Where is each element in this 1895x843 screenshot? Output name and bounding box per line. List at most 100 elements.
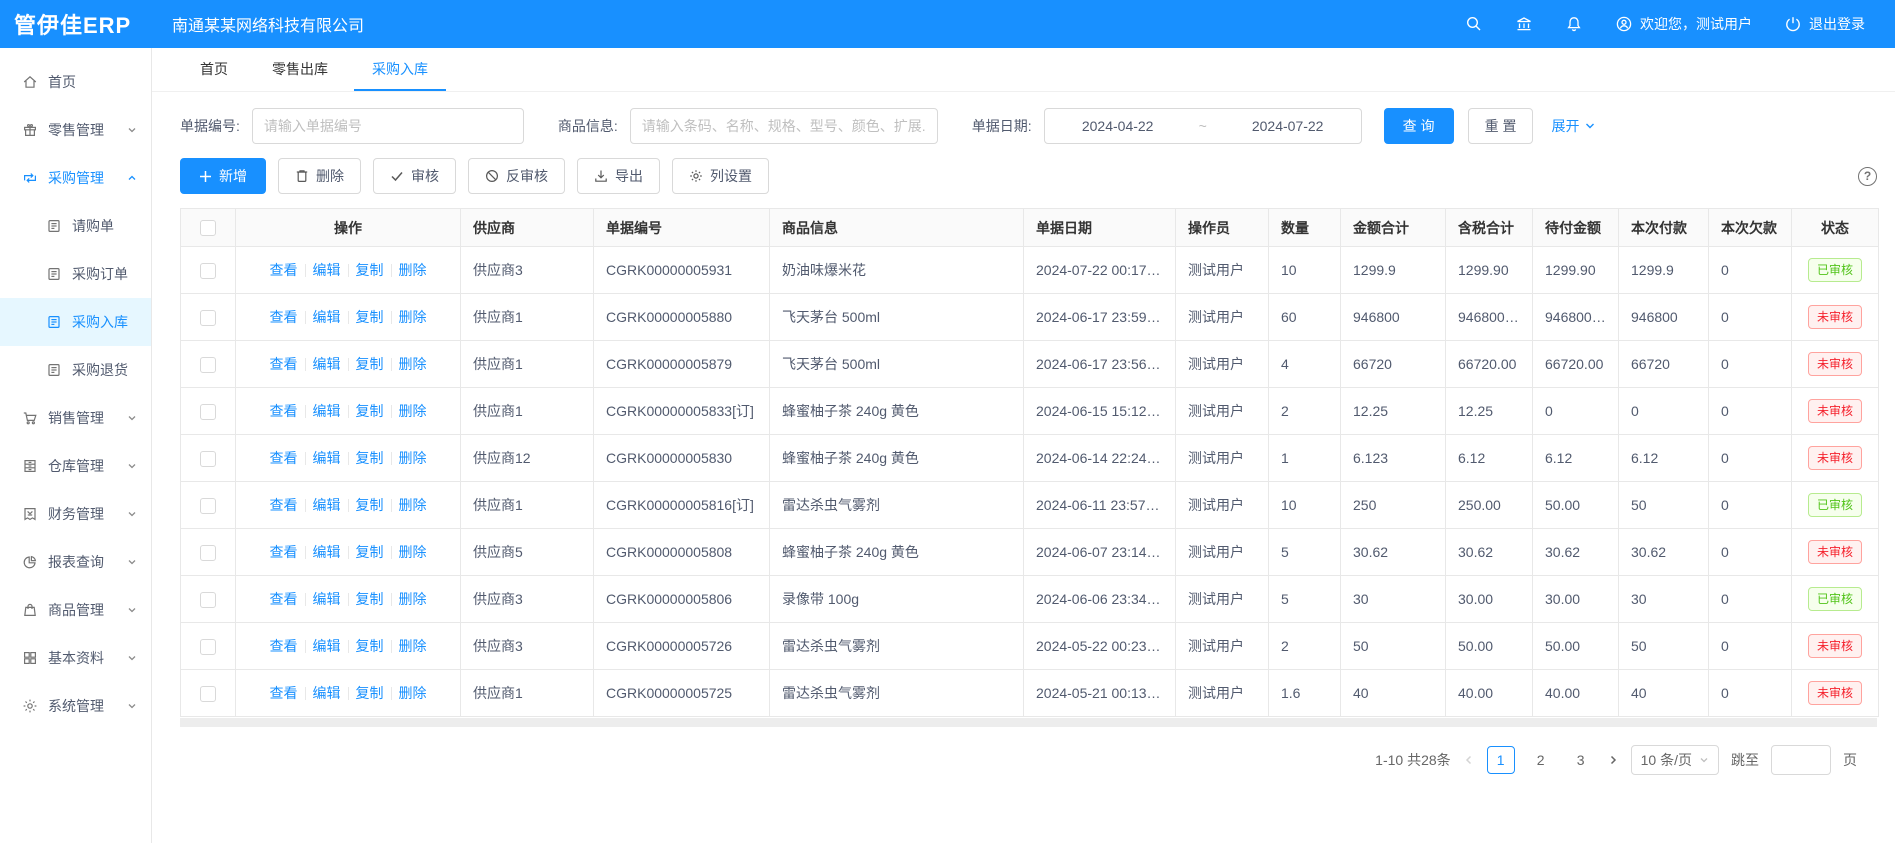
row-action-link[interactable]: 复制 [356,262,384,278]
row-checkbox[interactable] [200,686,216,702]
date-start[interactable]: 2024-04-22 [1045,118,1191,134]
expand-link[interactable]: 展开 [1551,116,1596,136]
row-action-link[interactable]: 查看 [270,544,298,560]
sidebar-item-home[interactable]: 首页 [0,58,151,106]
search-icon[interactable] [1465,15,1483,33]
sidebar-item-retail[interactable]: 零售管理 [0,106,151,154]
row-action-link[interactable]: 查看 [270,309,298,325]
row-action-link[interactable]: 查看 [270,403,298,419]
prev-page-icon[interactable] [1463,754,1475,766]
sidebar-item-purchase-inbound[interactable]: 采购入库 [0,298,151,346]
bill-no-input[interactable] [252,108,524,144]
date-end[interactable]: 2024-07-22 [1215,118,1361,134]
row-action-link[interactable]: 复制 [356,356,384,372]
sidebar-item-sales[interactable]: 销售管理 [0,394,151,442]
cell-supplier: 供应商3 [461,623,594,670]
sidebar-item-warehouse[interactable]: 仓库管理 [0,442,151,490]
sidebar-item-goods[interactable]: 商品管理 [0,586,151,634]
search-button[interactable]: 查 询 [1384,108,1454,144]
bank-icon[interactable] [1515,15,1533,33]
row-action-link[interactable]: 复制 [356,638,384,654]
page-button-2[interactable]: 2 [1527,746,1555,774]
row-action-link[interactable]: 删除 [399,685,427,701]
horizontal-scrollbar[interactable] [180,718,1877,727]
row-action-link[interactable]: 编辑 [313,309,341,325]
date-range-picker[interactable]: 2024-04-22 ~ 2024-07-22 [1044,108,1362,144]
row-action-link[interactable]: 查看 [270,262,298,278]
tab-retail-outbound[interactable]: 零售出库 [254,48,346,91]
row-action-link[interactable]: 删除 [399,450,427,466]
row-action-link[interactable]: 编辑 [313,356,341,372]
tab-home[interactable]: 首页 [182,48,246,91]
reset-button[interactable]: 重 置 [1468,108,1534,144]
row-action-link[interactable]: 编辑 [313,450,341,466]
sidebar-item-finance[interactable]: 财务管理 [0,490,151,538]
sidebar-item-basic[interactable]: 基本资料 [0,634,151,682]
row-action-link[interactable]: 编辑 [313,403,341,419]
export-button[interactable]: 导出 [577,158,660,194]
sidebar-item-purchase-order[interactable]: 采购订单 [0,250,151,298]
row-action-link[interactable]: 复制 [356,497,384,513]
tab-purchase-inbound[interactable]: 采购入库 [354,48,446,91]
row-checkbox[interactable] [200,498,216,514]
row-action-link[interactable]: 编辑 [313,685,341,701]
goods-info-input[interactable] [630,108,938,144]
row-action-link[interactable]: 删除 [399,497,427,513]
column-settings-button[interactable]: 列设置 [672,158,769,194]
row-action-link[interactable]: 编辑 [313,262,341,278]
plus-icon [199,170,212,183]
row-action-link[interactable]: 查看 [270,356,298,372]
row-action-link[interactable]: 删除 [399,262,427,278]
row-checkbox[interactable] [200,404,216,420]
next-page-icon[interactable] [1607,754,1619,766]
row-action-link[interactable]: 删除 [399,309,427,325]
row-action-link[interactable]: 编辑 [313,638,341,654]
bell-icon[interactable] [1565,15,1583,33]
page-button-3[interactable]: 3 [1567,746,1595,774]
cell-to_pay: 50.00 [1533,623,1619,670]
row-checkbox[interactable] [200,545,216,561]
row-action-link[interactable]: 查看 [270,497,298,513]
jump-page-input[interactable] [1771,745,1831,775]
row-action-link[interactable]: 删除 [399,638,427,654]
row-checkbox[interactable] [200,263,216,279]
row-checkbox[interactable] [200,451,216,467]
row-checkbox[interactable] [200,357,216,373]
row-action-link[interactable]: 复制 [356,450,384,466]
row-action-link[interactable]: 复制 [356,403,384,419]
page-button-1[interactable]: 1 [1487,746,1515,774]
system-icon [22,698,38,714]
row-checkbox[interactable] [200,592,216,608]
row-action-link[interactable]: 删除 [399,544,427,560]
user-menu[interactable]: 欢迎您，测试用户 [1615,14,1752,34]
row-action-link[interactable]: 复制 [356,685,384,701]
row-action-link[interactable]: 查看 [270,685,298,701]
row-action-link[interactable]: 编辑 [313,591,341,607]
row-checkbox[interactable] [200,310,216,326]
audit-button[interactable]: 审核 [373,158,456,194]
page-size-select[interactable]: 10 条/页 [1631,745,1719,775]
add-button[interactable]: 新增 [180,158,266,194]
row-checkbox[interactable] [200,639,216,655]
row-action-link[interactable]: 查看 [270,450,298,466]
row-action-link[interactable]: 删除 [399,403,427,419]
row-action-link[interactable]: 删除 [399,591,427,607]
row-action-link[interactable]: 复制 [356,591,384,607]
logout-button[interactable]: 退出登录 [1784,14,1865,34]
sidebar-item-system[interactable]: 系统管理 [0,682,151,730]
select-all-checkbox[interactable] [200,220,216,236]
row-action-link[interactable]: 查看 [270,638,298,654]
help-icon[interactable]: ? [1858,167,1877,186]
sidebar-item-purchase-request[interactable]: 请购单 [0,202,151,250]
delete-button[interactable]: 删除 [278,158,361,194]
row-action-link[interactable]: 复制 [356,309,384,325]
sidebar-item-purchase[interactable]: 采购管理 [0,154,151,202]
row-action-link[interactable]: 查看 [270,591,298,607]
sidebar-item-report[interactable]: 报表查询 [0,538,151,586]
row-action-link[interactable]: 复制 [356,544,384,560]
row-action-link[interactable]: 删除 [399,356,427,372]
sidebar-item-purchase-return[interactable]: 采购退货 [0,346,151,394]
row-action-link[interactable]: 编辑 [313,497,341,513]
unaudit-button[interactable]: 反审核 [468,158,565,194]
row-action-link[interactable]: 编辑 [313,544,341,560]
